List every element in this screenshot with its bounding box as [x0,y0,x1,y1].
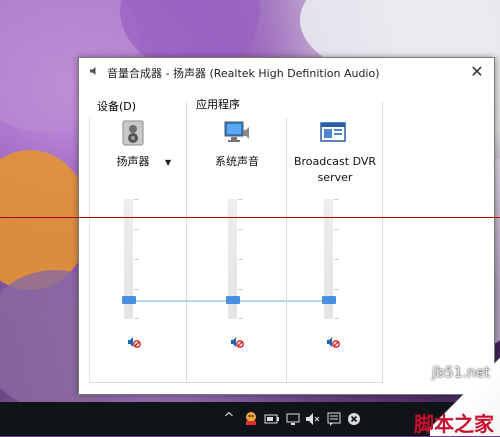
volume-mixer-window: 音量合成器 - 扬声器 (Realtek High Definition Aud… [78,57,495,395]
error-badge-icon[interactable] [346,410,362,428]
red-guide-line [0,217,500,218]
broadcast-dvr-volume-thumb[interactable] [322,296,336,304]
speaker-mute-icon[interactable] [127,336,141,348]
app-tray-icon[interactable] [243,410,259,428]
window-title: 音量合成器 - 扬声器 (Realtek High Definition Aud… [107,67,380,80]
watermark-name: 脚本之家 [414,412,494,436]
system-sounds-mute-icon[interactable] [230,336,244,348]
system-sounds-volume-thumb[interactable] [226,296,240,304]
speaker-volume-thumb[interactable] [122,296,136,304]
speaker-icon[interactable] [120,120,148,146]
system-sounds-label: 系统声音 [215,155,259,168]
speaker-title-icon [90,67,96,75]
battery-icon[interactable] [264,410,280,428]
system-sounds-icon[interactable] [223,120,251,146]
network-icon[interactable] [285,410,301,428]
volume-muted-icon[interactable] [305,410,321,428]
action-center-icon[interactable] [326,410,342,428]
close-button[interactable]: ✕ [460,58,494,86]
device-dropdown-arrow[interactable]: ▼ [165,158,171,167]
title-bar: 音量合成器 - 扬声器 (Realtek High Definition Aud… [79,58,494,86]
broadcast-dvr-label-line1: Broadcast DVR [293,155,377,168]
device-group-label: 设备(D) [96,98,138,114]
chevron-up-icon[interactable]: ^ [222,410,236,428]
watermark-site: jb51.net [431,365,490,381]
broadcast-dvr-mute-icon[interactable] [326,336,340,348]
broadcast-dvr-icon[interactable] [319,120,347,146]
applications-group-label: 应用程序 [195,96,241,112]
broadcast-dvr-label-line2: server [317,171,353,184]
